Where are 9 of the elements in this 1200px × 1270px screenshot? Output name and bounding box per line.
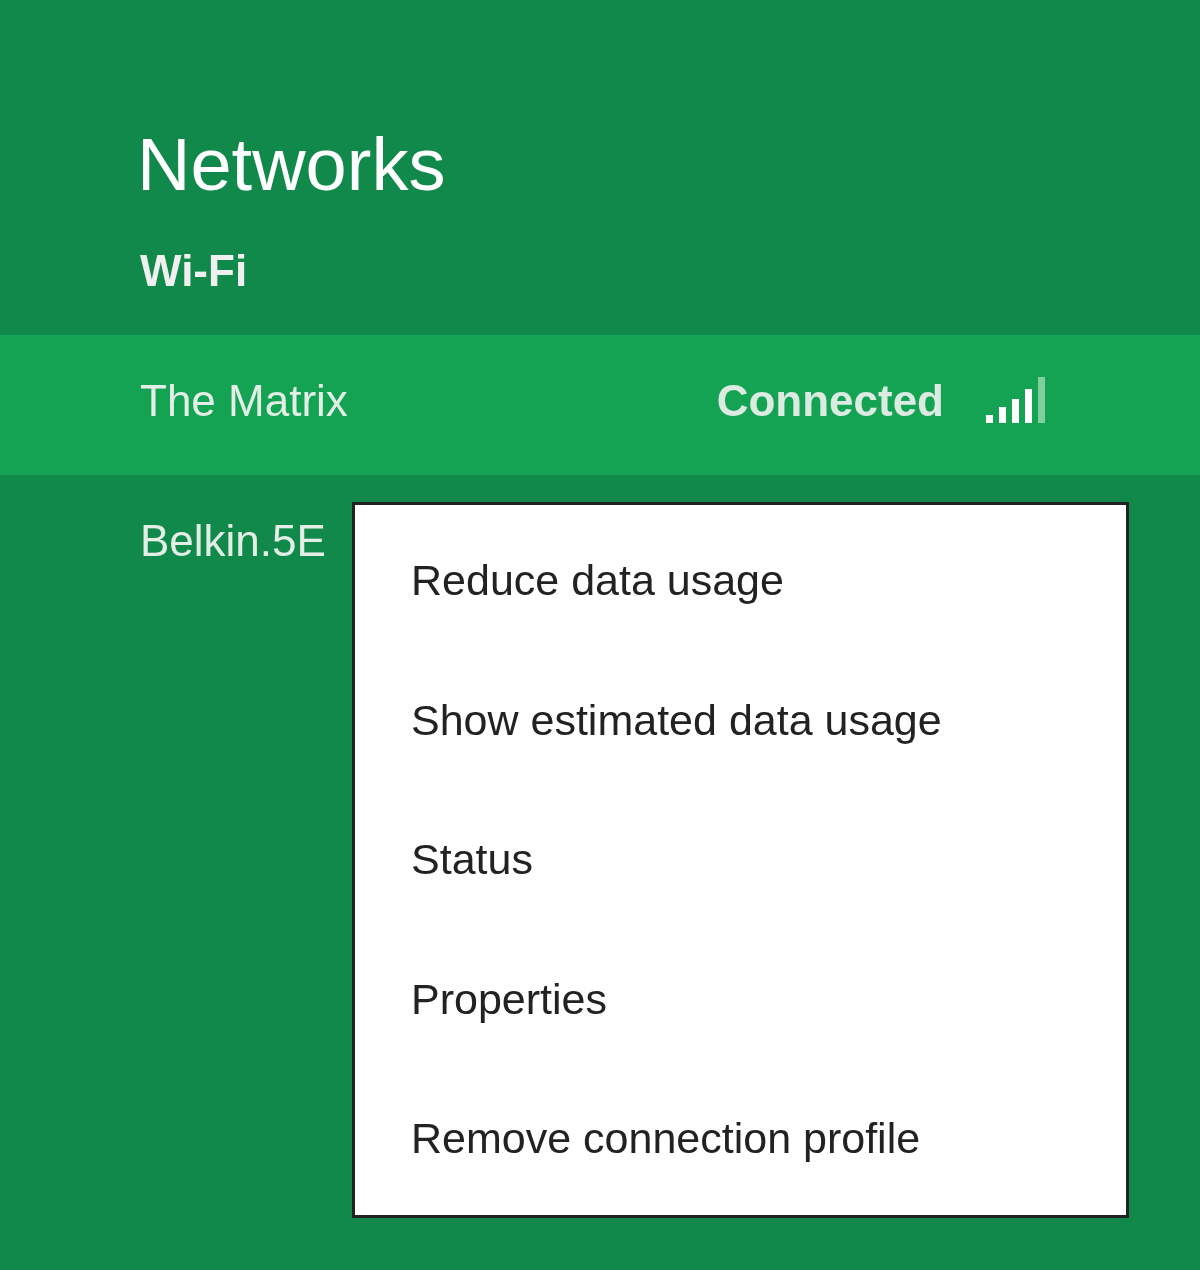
menu-item[interactable]: Status (355, 790, 1126, 930)
network-name: The Matrix (140, 376, 348, 426)
menu-item[interactable]: Remove connection profile (355, 1069, 1126, 1209)
menu-item[interactable]: Reduce data usage (355, 511, 1126, 651)
connection-status: Connected (716, 376, 944, 426)
panel-title: Networks (137, 122, 446, 208)
menu-item[interactable]: Show estimated data usage (355, 650, 1126, 790)
section-heading: Wi-Fi (140, 245, 248, 297)
menu-item[interactable]: Properties (355, 929, 1126, 1069)
